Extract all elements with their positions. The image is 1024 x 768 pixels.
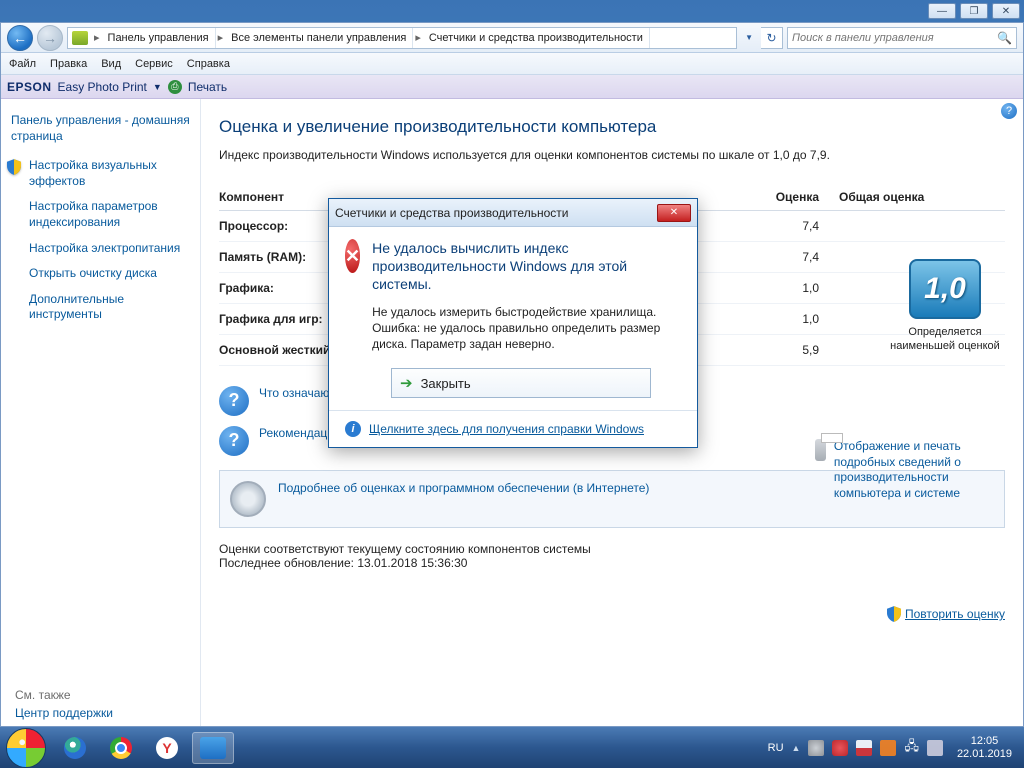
sidebar-link-indexing[interactable]: Настройка параметров индексирования [29,199,190,230]
close-button[interactable]: ➔ Закрыть [391,368,651,398]
status-line-2: Последнее обновление: 13.01.2018 15:36:3… [219,556,1005,570]
question-icon: ? [219,426,249,456]
learn-more-link[interactable]: Подробнее об оценках и программном обесп… [278,481,649,517]
taskbar: Y RU ▲ 🖧 12:05 22.01.2019 [0,727,1024,768]
print-details-text[interactable]: Отображение и печать подробных сведений … [834,439,1005,501]
search-input[interactable] [792,32,997,44]
tray-network-icon[interactable]: 🖧 [904,737,919,759]
control-panel-icon [200,737,226,759]
epson-brand: EPSON [7,80,52,94]
sidebar-link-disk-cleanup[interactable]: Открыть очистку диска [29,266,190,282]
base-score-caption: Определяется наименьшей оценкой [885,325,1005,354]
dialog-heading: Не удалось вычислить индекс производител… [372,239,681,294]
menu-tools[interactable]: Сервис [135,58,173,70]
nav-forward-button[interactable]: → [37,25,63,51]
rerun-label: Повторить оценку [905,607,1005,621]
tray-expand[interactable]: ▲ [792,743,801,753]
menu-bar: Файл Правка Вид Сервис Справка [1,53,1023,75]
info-icon: i [345,421,361,437]
printer-icon [815,439,826,461]
page-title: Оценка и увеличение производительности к… [219,117,1005,137]
taskbar-control-panel[interactable] [192,732,234,764]
menu-edit[interactable]: Правка [50,58,87,70]
taskbar-clock[interactable]: 12:05 22.01.2019 [951,735,1018,759]
chrome-icon [110,737,132,759]
print-button[interactable]: Печать [188,80,227,94]
tray-app-icon[interactable] [880,740,896,756]
epson-toolbar: EPSON Easy Photo Print ▼ ⎙ Печать [1,75,1023,99]
yandex-icon: Y [156,737,178,759]
search-icon: 🔍 [997,31,1012,45]
tray-opera-icon[interactable] [832,740,848,756]
system-tray: RU ▲ 🖧 12:05 22.01.2019 [768,735,1018,759]
footer-status: Оценки соответствуют текущему состоянию … [219,542,1005,570]
tray-sound-icon[interactable] [927,740,943,756]
taskbar-yandex[interactable]: Y [146,732,188,764]
sidebar-link-power[interactable]: Настройка электропитания [29,241,190,257]
dialog-titlebar[interactable]: Счетчики и средства производительности ✕ [329,199,697,227]
col-base: Общая оценка [839,190,959,204]
sidebar-link-advanced-tools[interactable]: Дополнительные инструменты [29,292,190,323]
dialog-title: Счетчики и средства производительности [335,206,568,220]
action-center-link[interactable]: Центр поддержки [15,706,113,720]
rerun-assessment-link[interactable]: Повторить оценку [887,606,1005,622]
base-score-tile: 1,0 Определяется наименьшей оценкой [885,259,1005,354]
breadcrumb[interactable]: ▸ Панель управления▸ Все элементы панели… [67,27,737,49]
address-bar: ← → ▸ Панель управления▸ Все элементы па… [1,23,1023,53]
see-also-label: См. также [15,688,71,702]
print-icon: ⎙ [168,80,182,94]
print-details-link[interactable]: Отображение и печать подробных сведений … [815,439,1005,501]
nav-back-button[interactable]: ← [7,25,33,51]
clock-time: 12:05 [971,735,999,747]
page-description: Индекс производительности Windows исполь… [219,147,1005,164]
breadcrumb-segment[interactable]: Панель управления [102,28,216,48]
menu-file[interactable]: Файл [9,58,36,70]
shield-icon [887,606,901,622]
dialog-close-button[interactable]: ✕ [657,204,691,222]
tray-printer-icon[interactable] [808,740,824,756]
taskbar-chrome[interactable] [100,732,142,764]
error-icon: ✕ [345,239,360,273]
breadcrumb-segment[interactable]: Все элементы панели управления [225,28,413,48]
clock-date: 22.01.2019 [957,748,1012,760]
minimize-button[interactable]: — [928,3,956,19]
window-title-bar: — ❐ ✕ [0,0,1024,22]
epson-app-name[interactable]: Easy Photo Print [58,80,147,94]
close-window-button[interactable]: ✕ [992,3,1020,19]
shield-icon [7,159,21,175]
arrow-icon: ➔ [392,374,413,392]
base-score-value: 1,0 [909,259,981,319]
close-button-label: Закрыть [421,376,471,391]
ie-icon [64,737,86,759]
software-icon [230,481,266,517]
control-panel-home-link[interactable]: Панель управления - домашняя страница [11,113,190,144]
sidebar-link-visual-effects[interactable]: Настройка визуальных эффектов [29,158,190,189]
status-line-1: Оценки соответствуют текущему состоянию … [219,542,1005,556]
lang-indicator[interactable]: RU [768,742,784,754]
taskbar-ie[interactable] [54,732,96,764]
menu-help[interactable]: Справка [187,58,230,70]
error-dialog: Счетчики и средства производительности ✕… [328,198,698,448]
history-dropdown[interactable]: ▼ [741,33,757,42]
windows-help-link[interactable]: Щелкните здесь для получения справки Win… [369,422,644,436]
breadcrumb-segment[interactable]: Счетчики и средства производительности [423,28,650,48]
dialog-body: Не удалось измерить быстродействие храни… [372,304,681,353]
question-icon: ? [219,386,249,416]
search-box[interactable]: 🔍 [787,27,1017,49]
menu-view[interactable]: Вид [101,58,121,70]
folder-icon [72,31,88,45]
sidebar: Панель управления - домашняя страница На… [1,99,201,726]
tray-flag-icon[interactable] [856,740,872,756]
refresh-button[interactable]: ↻ [761,27,783,49]
maximize-button[interactable]: ❐ [960,3,988,19]
start-button[interactable] [6,728,46,768]
